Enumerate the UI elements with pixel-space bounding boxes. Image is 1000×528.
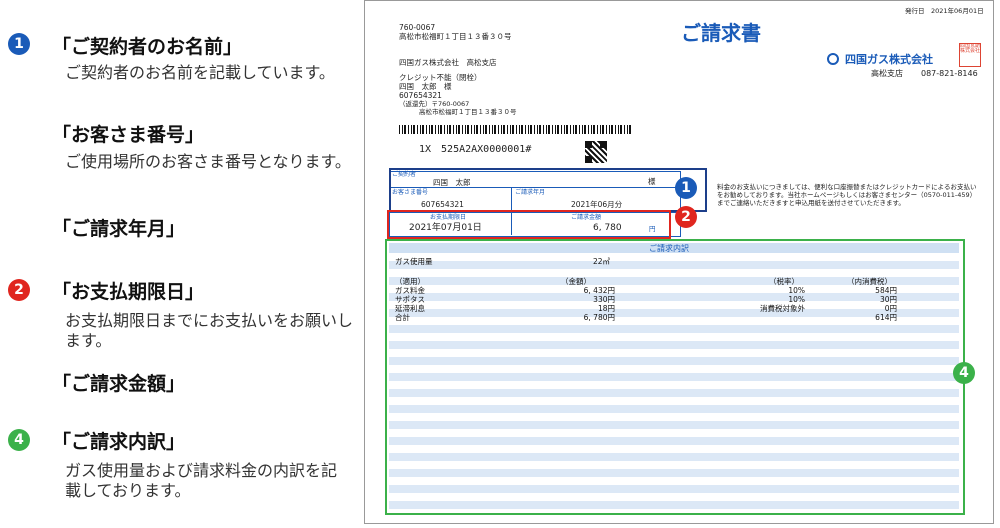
legend-amount-heading: 「ご請求金額」	[52, 373, 186, 395]
marker-1: 1	[8, 33, 30, 55]
issue-date: 発行日 2021年06月01日	[905, 7, 984, 15]
legend-customer-no-heading: 「お客さま番号」	[52, 124, 205, 146]
recipient-name: 四国 太郎 様	[399, 82, 452, 91]
legend-customer-no-desc: ご使用場所のお客さま番号となります。	[65, 152, 351, 171]
highlight-frame-4	[385, 239, 965, 515]
legend-billing-month-heading: 「ご請求年月」	[52, 218, 186, 240]
payment-notice: 料金のお支払いにつきましては、便利な口座振替またはクレジットカードによるお支払い…	[717, 183, 977, 207]
company-logo-text: 四国ガス株式会社	[845, 53, 933, 66]
branch-name: 高松支店	[871, 69, 903, 78]
highlight-frame-2	[387, 210, 671, 239]
sender-address: 高松市松福町１丁目１３番３０号	[399, 32, 512, 41]
marker-4-on-invoice: 4	[953, 362, 975, 384]
recipient-note: クレジット不能（閉栓）	[399, 73, 482, 82]
legend-contractor-name-heading: 「ご契約者のお名前」	[52, 36, 243, 58]
legend-contractor-name-desc: ご契約者のお名前を記載しています。	[65, 63, 335, 82]
legend-due-date-desc: お支払期限日までにお支払いをお願いします。	[65, 311, 354, 350]
highlight-frame-1	[389, 168, 707, 212]
legend-due-date-heading: 「お支払期限日」	[52, 281, 205, 303]
company-seal: 四国瓦斯株式会社	[959, 43, 981, 67]
sender-postal-code: 760-0067	[399, 23, 436, 32]
marker-1-on-invoice: 1	[675, 177, 697, 199]
qr-code	[585, 141, 607, 163]
marker-4: 4	[8, 429, 30, 451]
return-address: 高松市松福町１丁目１３番３０号	[419, 108, 517, 116]
marker-2-on-invoice: 2	[675, 206, 697, 228]
invoice-title: ご請求書	[681, 21, 761, 45]
sender-name: 四国ガス株式会社 高松支店	[399, 58, 497, 67]
mail-code: 1X 525A2AX0000001#	[419, 144, 532, 155]
postal-barcode	[399, 125, 631, 134]
marker-2: 2	[8, 279, 30, 301]
recipient-number: 607654321	[399, 91, 442, 100]
invoice-document: 発行日 2021年06月01日 760-0067 高松市松福町１丁目１３番３０号…	[364, 0, 994, 524]
legend-breakdown-heading: 「ご請求内訳」	[52, 431, 186, 453]
company-logo-icon	[827, 53, 839, 65]
legend-breakdown-desc: ガス使用量および請求料金の内訳を記載しております。	[65, 461, 338, 500]
branch-phone: 087-821-8146	[921, 69, 978, 78]
